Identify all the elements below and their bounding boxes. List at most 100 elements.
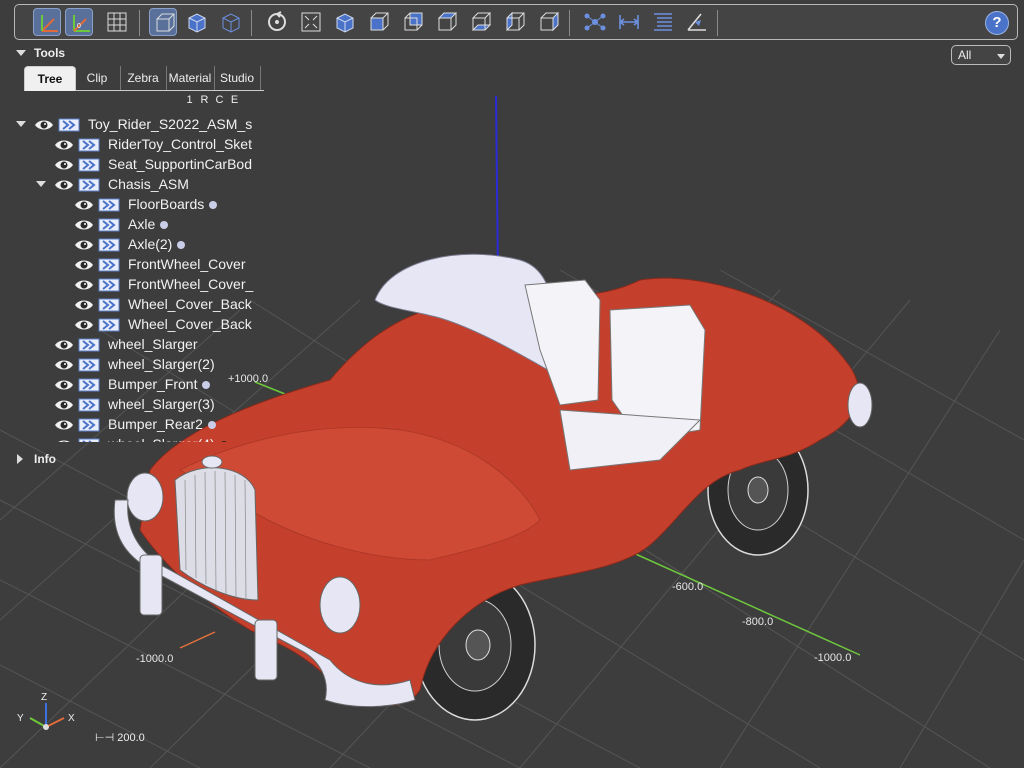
tree-column-headers: 1RCE — [182, 94, 242, 106]
neg-x-axis-line — [179, 631, 216, 649]
tree-row[interactable]: wheel_Slarger(3) — [10, 394, 254, 414]
tree-row[interactable]: Chasis_ASM — [10, 174, 254, 194]
svg-text:0: 0 — [77, 23, 81, 30]
scale-indicator: ⊢⊣ 200.0 — [95, 731, 145, 744]
tree-row[interactable]: FloorBoards — [10, 194, 254, 214]
expand-triangle-icon[interactable] — [36, 181, 46, 187]
main-toolbar: ? 0 — [14, 4, 1018, 40]
tree-row-label: wheel_Slarger(3) — [108, 396, 215, 412]
fit-view-button[interactable] — [297, 8, 325, 36]
view-iso-icon — [336, 13, 354, 33]
wireframe-cube-button[interactable] — [217, 8, 245, 36]
tree-row[interactable]: RiderToy_Control_Sket — [10, 134, 254, 154]
tools-tabs: Tree Clip Zebra Material Studio — [24, 66, 264, 91]
axes-origin-button[interactable]: 0 — [65, 8, 93, 36]
status-dot-icon — [202, 381, 211, 390]
tree-row-label: FrontWheel_Cover_ — [128, 276, 254, 292]
view-front-button[interactable] — [365, 8, 393, 36]
tools-panel: Tools Tree Clip Zebra Material Studio 1RCE T… — [10, 44, 264, 442]
grid-button[interactable] — [103, 8, 131, 36]
tree-row-label: RiderToy_Control_Sket — [108, 136, 252, 152]
perspective-view-button[interactable] — [149, 8, 177, 36]
view-right-button[interactable] — [535, 8, 563, 36]
toolbar-separator — [717, 10, 718, 36]
toolbar-separator — [139, 10, 140, 36]
tree-row-label: Axle(2) — [128, 234, 186, 254]
tab-material[interactable]: Material — [166, 66, 215, 90]
scale-label: 200.0 — [117, 732, 145, 744]
tools-section-header[interactable]: Tools — [10, 44, 254, 62]
axes-button[interactable] — [33, 8, 61, 36]
status-dot-icon — [209, 201, 218, 210]
tree-row[interactable]: Toy_Rider_S2022_ASM_s — [10, 114, 254, 134]
info-title: Info — [34, 452, 56, 466]
view-iso-button[interactable] — [331, 8, 359, 36]
tab-tree[interactable]: Tree — [24, 66, 76, 91]
tree-column-c[interactable]: C — [212, 94, 227, 106]
tree-row[interactable]: Bumper_Rear2 — [10, 414, 254, 434]
view-bottom-button[interactable] — [467, 8, 495, 36]
tree-row-label: FrontWheel_Cover — [128, 256, 246, 272]
tree-row-label: Wheel_Cover_Back — [128, 316, 252, 332]
filter-select[interactable]: All — [951, 45, 1011, 65]
tree-row-label: Bumper_Rear2 — [108, 414, 216, 434]
measure-angle-button[interactable] — [683, 8, 711, 36]
perspective-view-icon — [156, 13, 175, 32]
tree-row-label: Bumper_Front — [108, 374, 211, 394]
status-dot-icon — [160, 221, 169, 230]
tree-row-label: Wheel_Cover_Back — [128, 296, 252, 312]
tree-column-1[interactable]: 1 — [182, 94, 197, 106]
status-dot-icon — [177, 241, 186, 250]
reset-view-icon — [268, 11, 286, 31]
tab-studio[interactable]: Studio — [214, 66, 261, 90]
tree-row[interactable]: Wheel_Cover_Back — [10, 294, 254, 314]
view-top-button[interactable] — [433, 8, 461, 36]
view-right-icon — [540, 11, 559, 32]
tree-row[interactable]: Seat_SupportinCarBod — [10, 154, 254, 174]
collapse-triangle-icon — [16, 50, 26, 56]
tree-row[interactable]: Axle(2) — [10, 234, 254, 254]
view-top-icon — [437, 12, 458, 31]
tab-zebra[interactable]: Zebra — [120, 66, 167, 90]
view-rear-button[interactable] — [399, 8, 427, 36]
tab-clip[interactable]: Clip — [74, 66, 121, 90]
chevron-down-icon — [997, 54, 1005, 59]
view-left-button[interactable] — [501, 8, 529, 36]
grid-icon — [107, 12, 127, 32]
properties-list-icon — [654, 13, 672, 31]
grid-label-neg-1000-left: -1000.0 — [136, 653, 173, 665]
explode-button[interactable] — [581, 8, 609, 36]
tree-row-label: Seat_SupportinCarBod — [108, 156, 252, 172]
tree-column-e[interactable]: E — [227, 94, 242, 106]
tree-row[interactable]: wheel_Slarger(4) — [10, 434, 254, 442]
tree-row[interactable]: FrontWheel_Cover — [10, 254, 254, 274]
tree-row[interactable]: wheel_Slarger — [10, 334, 254, 354]
grid-label-neg-600: -600.0 — [672, 581, 703, 593]
tree-row-label: wheel_Slarger(2) — [108, 356, 215, 372]
tree-row[interactable]: Axle — [10, 214, 254, 234]
info-section: Info — [10, 450, 56, 468]
tree-row[interactable]: Wheel_Cover_Back — [10, 314, 254, 334]
properties-list-button[interactable] — [649, 8, 677, 36]
tree-row-label: wheel_Slarger(4) — [108, 434, 228, 442]
shape-icon — [78, 437, 100, 442]
wireframe-cube-icon — [222, 13, 240, 33]
triad-y-label: Y — [17, 713, 24, 724]
info-section-header[interactable]: Info — [10, 450, 56, 468]
grid-label-neg-1000-right: -1000.0 — [814, 652, 851, 664]
eye-icon[interactable] — [54, 437, 74, 442]
measure-distance-button[interactable] — [615, 8, 643, 36]
status-dot-icon — [207, 421, 216, 430]
solid-cube-button[interactable] — [183, 8, 211, 36]
toolbar-separator — [569, 10, 570, 36]
reset-view-button[interactable] — [263, 8, 291, 36]
tree-column-r[interactable]: R — [197, 94, 212, 106]
expand-triangle-icon[interactable] — [16, 121, 26, 127]
fit-view-icon — [301, 12, 321, 32]
tree-row[interactable]: wheel_Slarger(2) — [10, 354, 254, 374]
toolbar-separator — [251, 10, 252, 36]
tree-row[interactable]: FrontWheel_Cover_ — [10, 274, 254, 294]
tree-row[interactable]: Bumper_Front — [10, 374, 254, 394]
help-button[interactable]: ? — [985, 11, 1009, 35]
tree-row-label: Chasis_ASM — [108, 176, 189, 192]
